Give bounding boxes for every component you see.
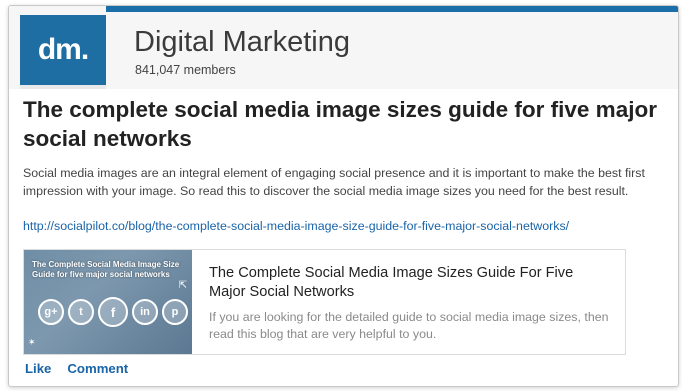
logo-shadow [20,85,106,89]
like-button[interactable]: Like [25,361,51,376]
preview-title[interactable]: The Complete Social Media Image Sizes Gu… [209,264,609,302]
social-icons-row: g+ t f in p [38,297,188,327]
link-preview-card[interactable]: The Complete Social Media Image Size Gui… [23,249,626,355]
preview-description: If you are looking for the detailed guid… [209,310,609,341]
group-name[interactable]: Digital Marketing [134,26,350,59]
pinterest-icon: p [162,299,188,325]
linkedin-icon: in [132,299,158,325]
post-body: Social media images are an integral elem… [23,166,645,198]
preview-thumbnail[interactable]: The Complete Social Media Image Size Gui… [24,250,192,354]
header-accent-bar [106,6,678,12]
dot-glyph-icon: ✶ [28,337,36,347]
group-logo[interactable]: dm. [20,15,106,85]
group-post-card: dm. Digital Marketing 841,047 members Th… [8,5,679,387]
facebook-icon: f [98,297,128,327]
group-member-count: 841,047 members [135,63,236,77]
share-glyph-icon: ⇱ [178,280,187,291]
post-actions: Like Comment [25,361,128,376]
comment-button[interactable]: Comment [67,361,128,376]
google-plus-icon: g+ [38,299,64,325]
group-header: dm. Digital Marketing 841,047 members [9,6,678,89]
post-title[interactable]: The complete social media image sizes gu… [23,95,663,153]
post-link[interactable]: http://socialpilot.co/blog/the-complete-… [23,219,671,233]
twitter-icon: t [68,299,94,325]
thumbnail-caption: The Complete Social Media Image Size Gui… [32,260,180,279]
